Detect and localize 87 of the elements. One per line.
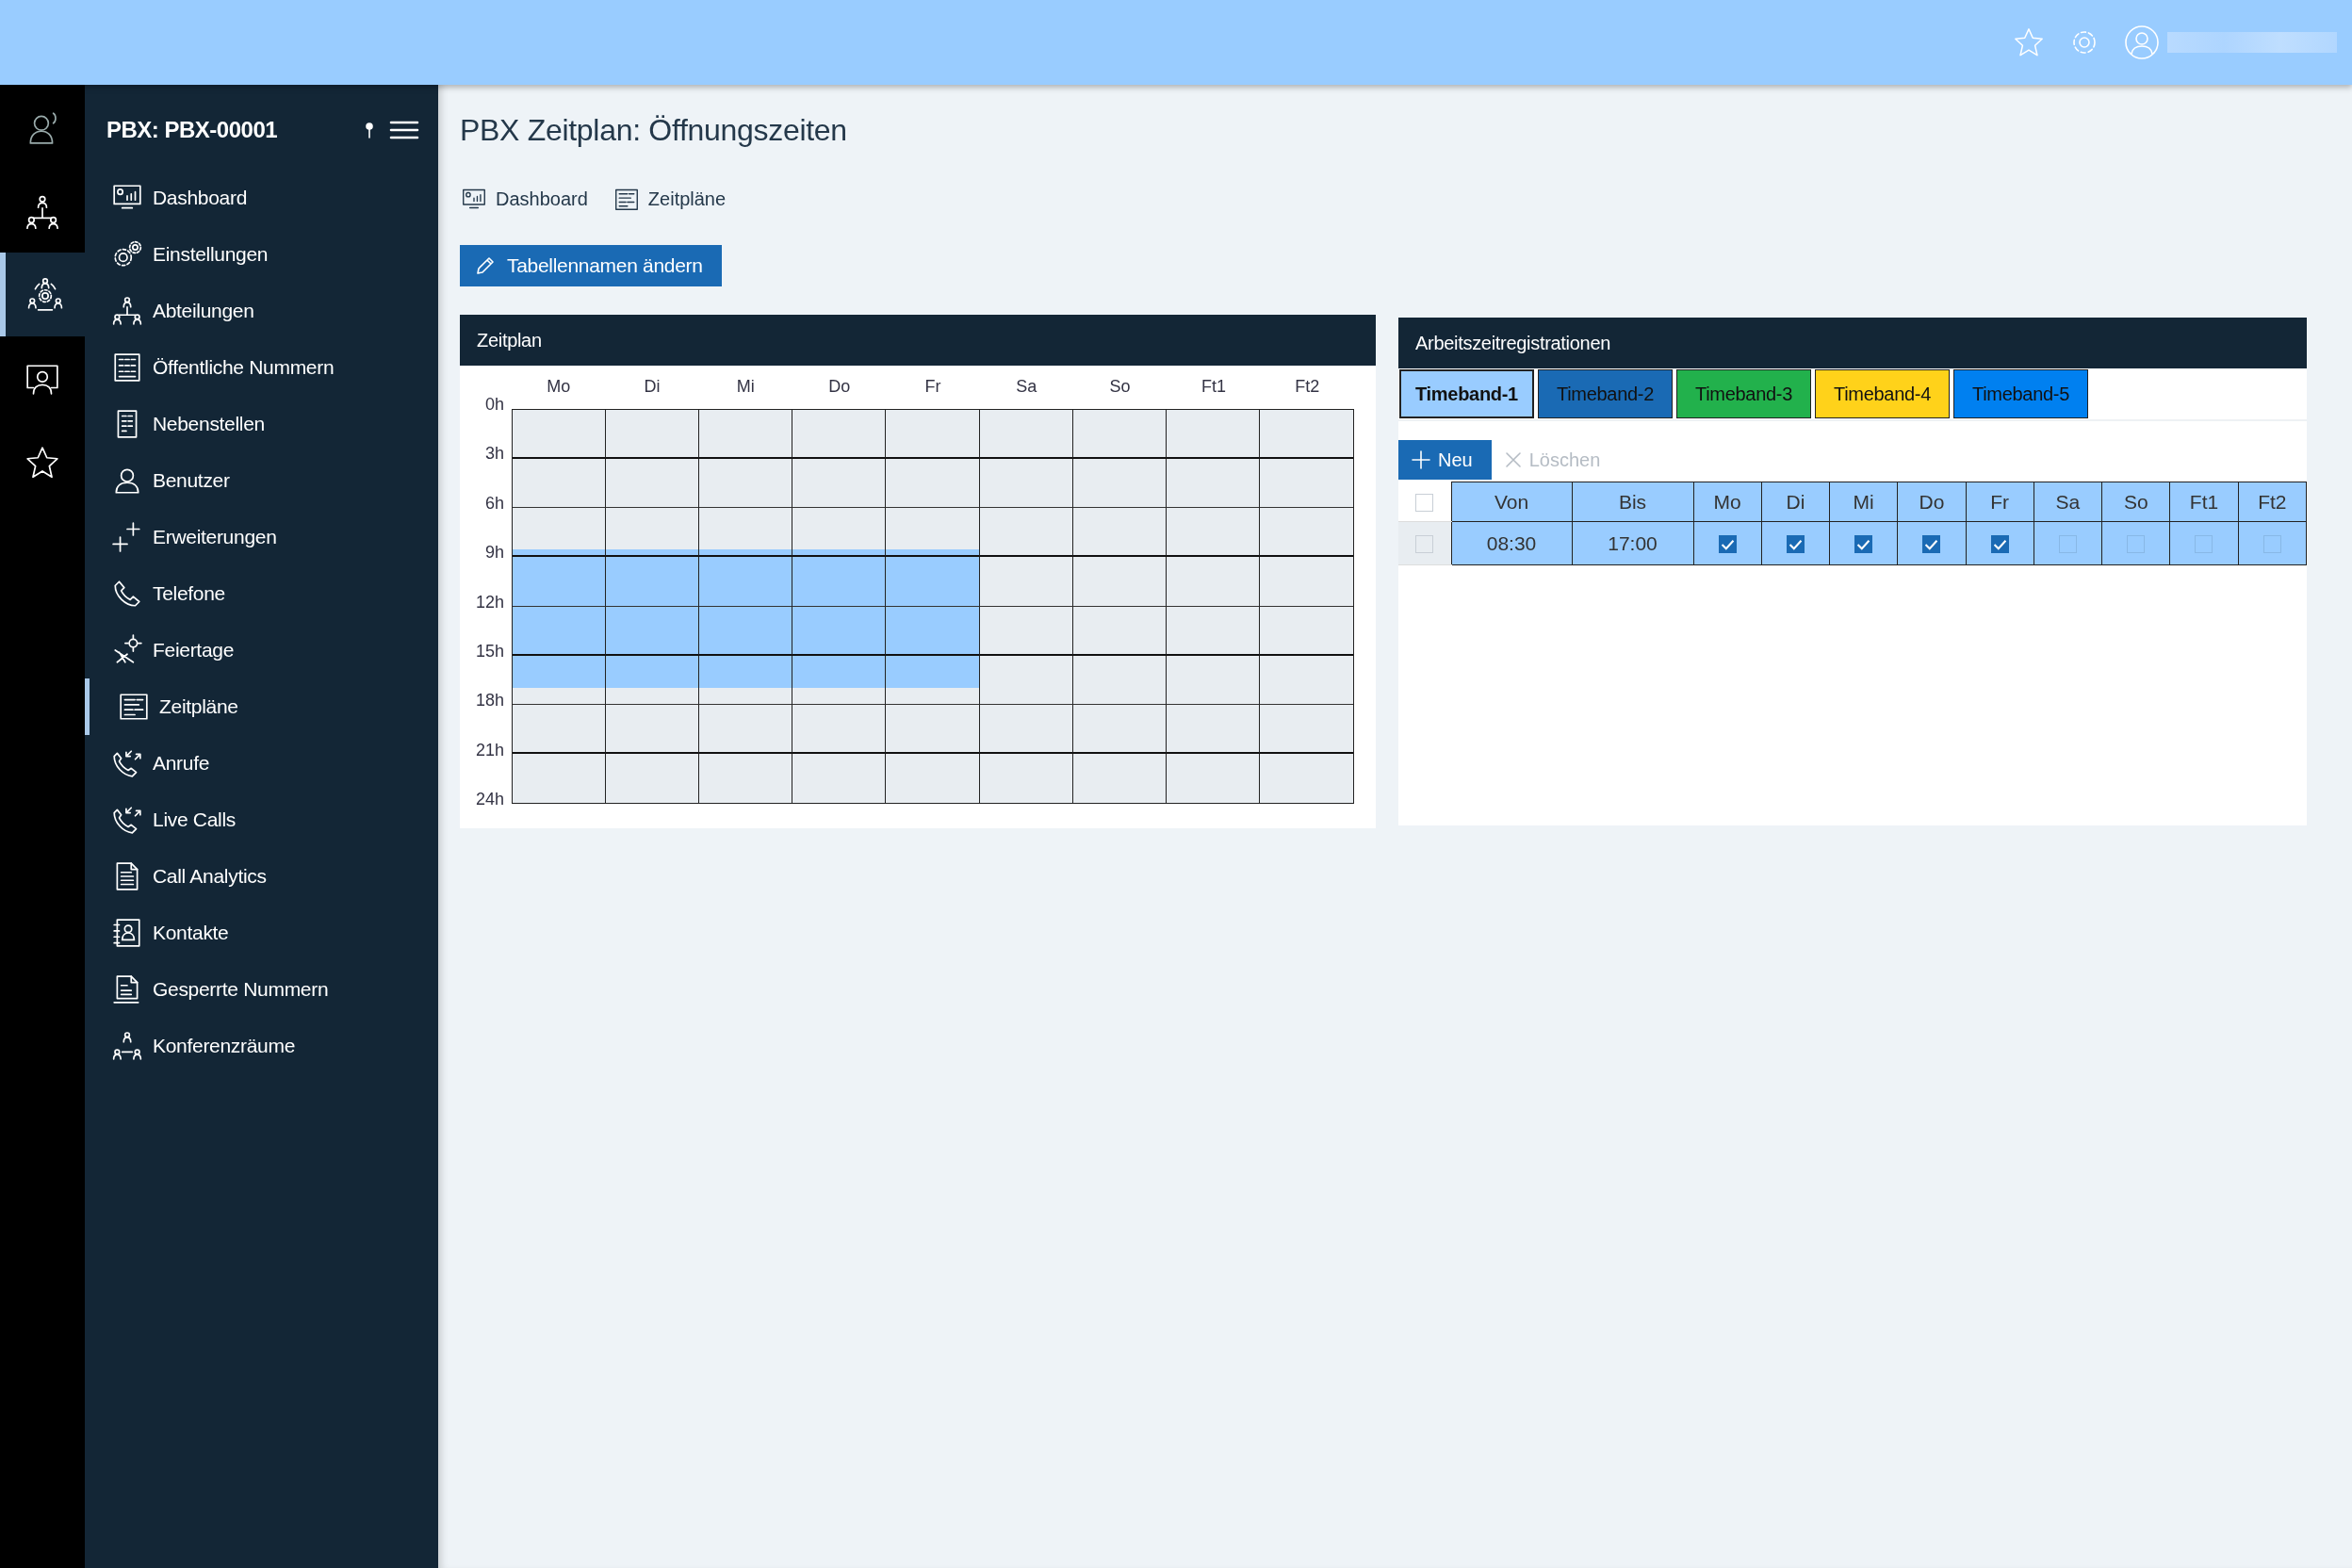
phone-arrows-icon bbox=[111, 804, 143, 836]
phone-arrows-icon bbox=[111, 747, 143, 779]
plus-icon bbox=[111, 521, 143, 553]
hour-label: 15h bbox=[475, 640, 504, 662]
pbx-title: PBX: PBX-00001 bbox=[106, 117, 279, 143]
day-label: Ft2 bbox=[1294, 377, 1321, 398]
column-header: Do bbox=[1897, 482, 1967, 522]
column-header: So bbox=[2101, 482, 2170, 522]
nav-item[interactable]: Nebenstellen bbox=[85, 396, 438, 452]
hour-label: 6h bbox=[484, 492, 504, 514]
nav-item[interactable]: Anrufe bbox=[85, 735, 438, 792]
hour-label: 18h bbox=[475, 690, 504, 712]
checkbox[interactable] bbox=[2127, 535, 2146, 554]
day-label: Sa bbox=[1015, 377, 1038, 398]
column-header: Fr bbox=[1966, 482, 2034, 522]
timeband-tab[interactable]: Timeband-5 bbox=[1953, 369, 2088, 418]
table-cell: 17:00 bbox=[1572, 521, 1693, 565]
checkbox[interactable] bbox=[2195, 535, 2213, 554]
timeband-tab[interactable]: Timeband-3 bbox=[1676, 369, 1811, 418]
nav-item[interactable]: Dashboard bbox=[85, 170, 438, 226]
nav-item[interactable]: Telefone bbox=[85, 565, 438, 622]
day-label: Do bbox=[827, 377, 852, 398]
checkbox[interactable] bbox=[1854, 535, 1873, 554]
column-header: Mi bbox=[1829, 482, 1898, 522]
team-gear-icon bbox=[27, 276, 63, 313]
panel-title: Zeitplan bbox=[477, 329, 542, 351]
nav-item[interactable]: Kontakte bbox=[85, 905, 438, 961]
checkbox[interactable] bbox=[2058, 535, 2077, 554]
nav-item[interactable]: Gesperrte Nummern bbox=[85, 961, 438, 1018]
page-title: PBX Zeitplan: Öffnungszeiten bbox=[460, 113, 847, 149]
day-label: So bbox=[1108, 377, 1132, 398]
checkbox[interactable] bbox=[2262, 535, 2281, 554]
day-label: Di bbox=[643, 377, 662, 398]
rename-button[interactable]: Tabellennamen ändern bbox=[460, 245, 722, 286]
hour-label: 24h bbox=[475, 789, 504, 810]
day-label: Mi bbox=[735, 377, 756, 398]
phone-icon bbox=[111, 578, 143, 610]
checkbox[interactable] bbox=[1990, 535, 2009, 554]
day-label: Ft1 bbox=[1200, 377, 1227, 398]
schedule-icon bbox=[118, 691, 150, 723]
hour-label: 0h bbox=[484, 394, 504, 416]
hour-label: 9h bbox=[484, 542, 504, 564]
nav-item[interactable]: Call Analytics bbox=[85, 848, 438, 905]
new-button[interactable]: Neu bbox=[1398, 440, 1492, 480]
star-icon[interactable] bbox=[2013, 26, 2045, 58]
nav-item[interactable]: Feiertage bbox=[85, 622, 438, 678]
nav-item[interactable]: Konferenzräume bbox=[85, 1018, 438, 1074]
hour-label: 12h bbox=[475, 591, 504, 613]
day-label: Fr bbox=[923, 377, 942, 398]
plus-icon bbox=[1412, 450, 1430, 469]
rail-item[interactable] bbox=[0, 253, 85, 336]
panel-title: Arbeitszeitregistrationen bbox=[1415, 332, 1611, 354]
nav-item[interactable]: Erweiterungen bbox=[85, 509, 438, 565]
nav-item[interactable]: Einstellungen bbox=[85, 226, 438, 283]
hour-label: 3h bbox=[484, 443, 504, 466]
checkbox[interactable] bbox=[1922, 535, 1941, 554]
contacts-book-icon bbox=[111, 917, 143, 949]
menu-icon[interactable] bbox=[389, 119, 419, 141]
pin-icon[interactable] bbox=[363, 121, 376, 139]
column-header: Sa bbox=[2034, 482, 2102, 522]
column-header: Bis bbox=[1572, 482, 1693, 522]
checkbox[interactable] bbox=[1786, 535, 1805, 554]
monitor-chart-icon bbox=[460, 187, 488, 211]
pencil-icon bbox=[475, 255, 496, 276]
breadcrumb-link[interactable]: Dashboard bbox=[460, 187, 588, 211]
breadcrumb-link[interactable]: Zeitpläne bbox=[612, 187, 727, 211]
star-icon bbox=[24, 444, 60, 481]
column-header: Di bbox=[1761, 482, 1830, 522]
nav-item[interactable]: Live Calls bbox=[85, 792, 438, 848]
timeband-tab[interactable]: Timeband-1 bbox=[1399, 369, 1534, 418]
day-label: Mo bbox=[546, 377, 572, 398]
org-chart-icon bbox=[111, 295, 143, 327]
number-grid-icon bbox=[111, 351, 143, 384]
column-header: Ft1 bbox=[2169, 482, 2239, 522]
timeband-tab[interactable]: Timeband-4 bbox=[1815, 369, 1950, 418]
nav-item[interactable]: Abteilungen bbox=[85, 283, 438, 339]
table-cell: 08:30 bbox=[1451, 521, 1572, 565]
close-icon bbox=[1504, 451, 1522, 468]
hour-label: 21h bbox=[475, 739, 504, 761]
nav-item[interactable]: Benutzer bbox=[85, 452, 438, 509]
people-icon bbox=[111, 1030, 143, 1062]
column-header: Mo bbox=[1693, 482, 1762, 522]
column-header: Von bbox=[1451, 482, 1572, 522]
column-header: Ft2 bbox=[2238, 482, 2307, 522]
nav-item[interactable]: Zeitpläne bbox=[85, 678, 438, 735]
nav-item[interactable]: Öffentliche Nummern bbox=[85, 339, 438, 396]
checkbox[interactable] bbox=[1718, 535, 1737, 554]
